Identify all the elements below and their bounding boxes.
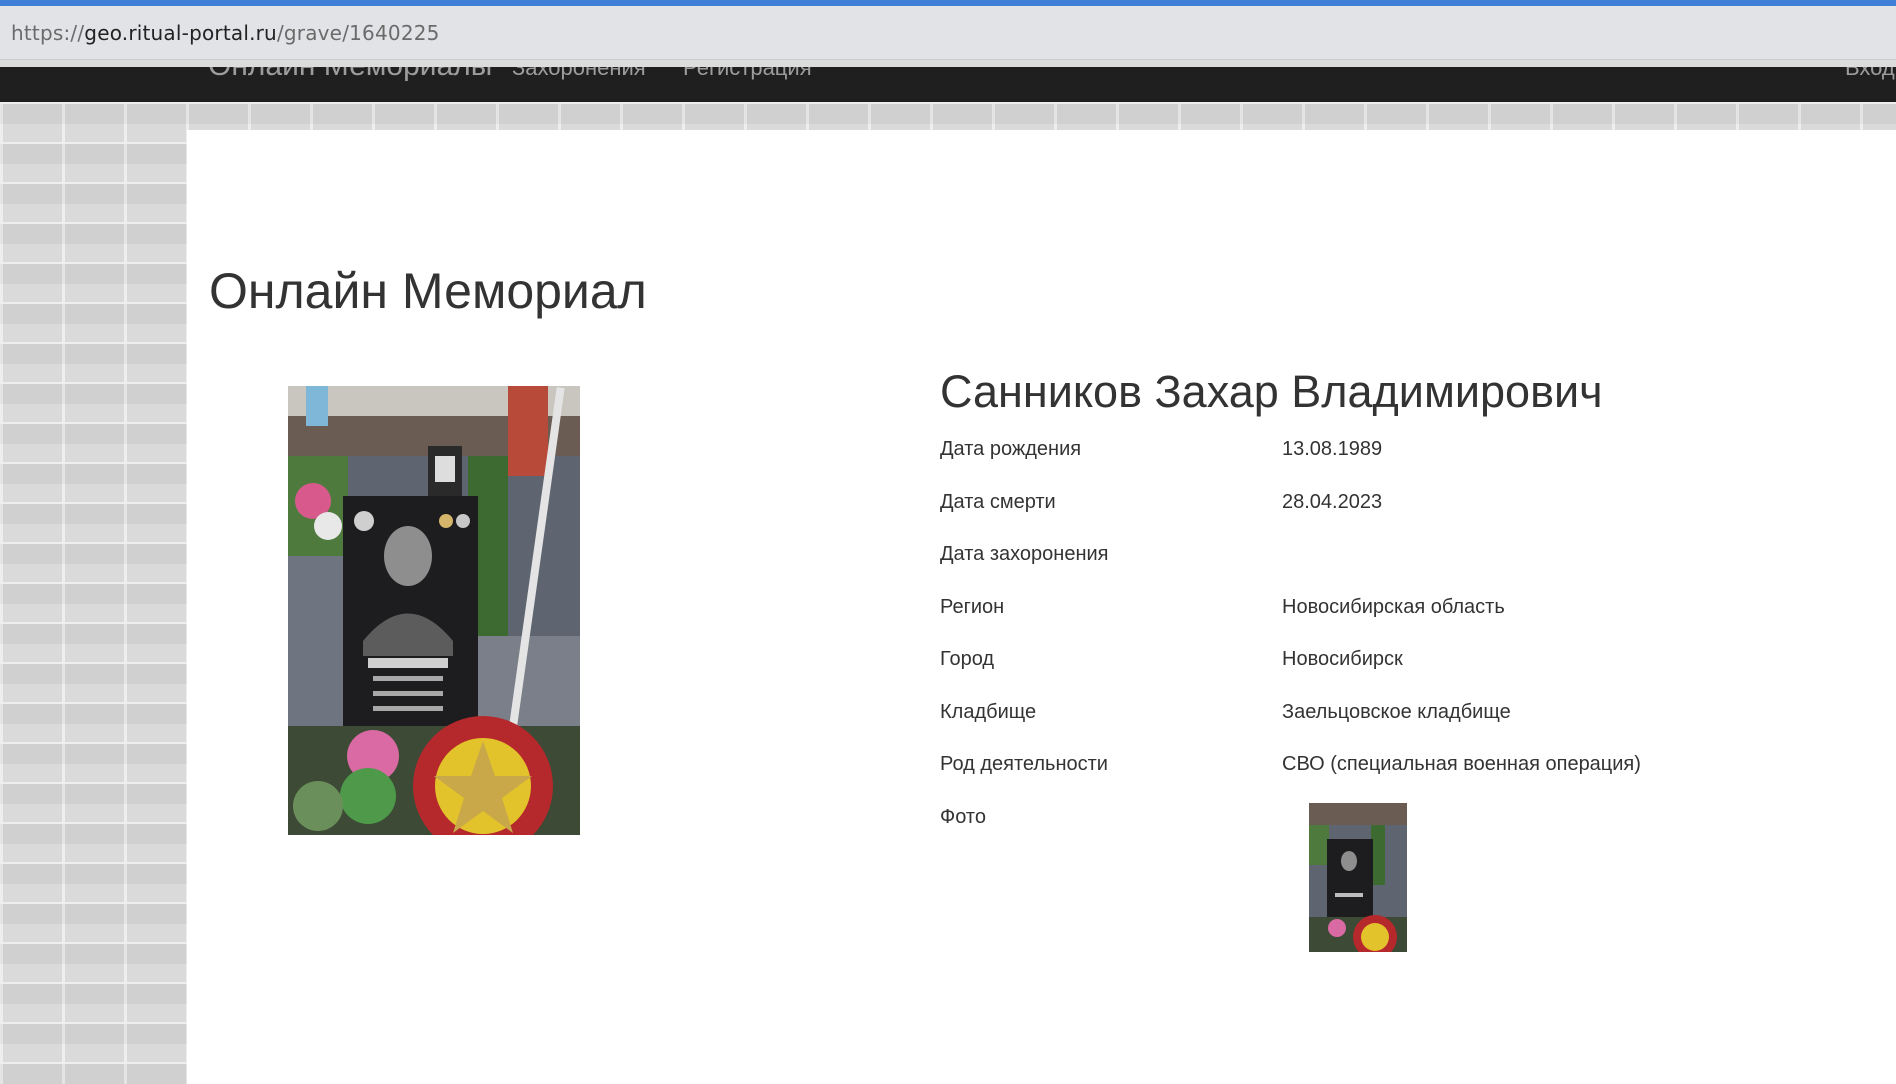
occupation-label: Род деятельности bbox=[940, 753, 1108, 775]
region-label: Регион bbox=[940, 596, 1005, 618]
photo-thumbnail-graphic bbox=[1309, 803, 1407, 952]
death-date-label: Дата смерти bbox=[940, 491, 1056, 513]
photo-thumbnail[interactable] bbox=[1309, 803, 1407, 952]
nav-register-link[interactable]: Регистрация bbox=[683, 67, 812, 81]
url-protocol: https:// bbox=[11, 20, 85, 45]
city-value: Новосибирск bbox=[1282, 648, 1403, 670]
address-bar[interactable]: https://geo.ritual-portal.ru/grave/16402… bbox=[0, 6, 1896, 60]
cemetery-value: Заельцовское кладбище bbox=[1282, 701, 1511, 723]
birth-date-label: Дата рождения bbox=[940, 438, 1082, 460]
site-navbar: Онлайн Мемориалы Захоронения Регистрация… bbox=[0, 67, 1896, 102]
cemetery-label: Кладбище bbox=[940, 701, 1037, 723]
grave-photo-graphic bbox=[288, 386, 580, 835]
region-value: Новосибирская область bbox=[1282, 596, 1505, 618]
photo-label: Фото bbox=[940, 806, 986, 828]
burial-date-label: Дата захоронения bbox=[940, 543, 1109, 565]
nav-brand-link[interactable]: Онлайн Мемориалы bbox=[208, 67, 492, 83]
city-label: Город bbox=[940, 648, 995, 670]
grave-photo[interactable] bbox=[288, 386, 580, 835]
birth-date-value: 13.08.1989 bbox=[1282, 438, 1383, 460]
nav-login-link[interactable]: Вход bbox=[1845, 67, 1895, 81]
person-name: Санников Захар Владимирович bbox=[940, 366, 1603, 417]
death-date-value: 28.04.2023 bbox=[1282, 491, 1383, 513]
occupation-value: СВО (специальная военная операция) bbox=[1282, 753, 1641, 775]
url-path: /grave/1640225 bbox=[276, 20, 440, 45]
url-domain: geo.ritual-portal.ru bbox=[84, 20, 277, 45]
nav-burials-link[interactable]: Захоронения bbox=[512, 67, 646, 81]
page-title: Онлайн Мемориал bbox=[209, 263, 647, 319]
